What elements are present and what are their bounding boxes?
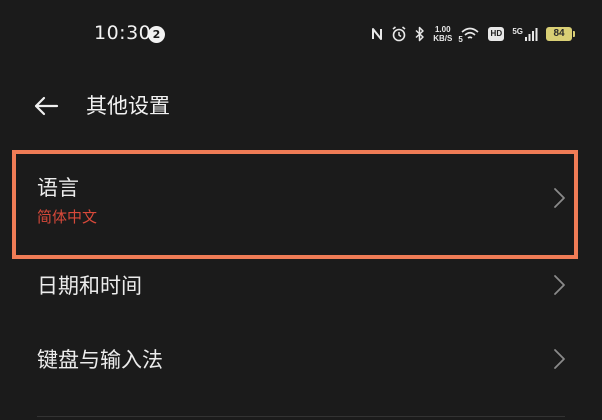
settings-item-label: 键盘与输入法 [37,348,163,372]
notification-count-badge: 2 [148,26,165,43]
signal-generation-label: 5G [512,27,523,36]
settings-screen: 10:30 2 1.00 KB/S 5 HD 5G 84 其他设置 语言 简体中… [0,0,602,420]
list-divider [37,416,565,417]
back-arrow-icon [34,96,59,116]
cellular-signal-icon: 5G [512,27,538,41]
alarm-clock-icon [391,26,407,42]
network-speed: 1.00 KB/S [433,25,452,43]
chevron-right-icon [554,349,565,369]
settings-item-value: 简体中文 [37,208,98,226]
battery-indicator: 84 [546,27,575,41]
settings-item-label: 日期和时间 [37,274,142,298]
page-header: 其他设置 [0,80,602,130]
status-icons: 1.00 KB/S 5 HD 5G 84 [371,22,575,46]
settings-item-keyboard-input[interactable]: 键盘与输入法 [0,336,602,382]
settings-item-date-time[interactable]: 日期和时间 [0,262,602,308]
chevron-right-icon [554,188,565,208]
bluetooth-icon [415,26,425,42]
wifi-band-label: 5 [458,35,463,44]
back-button[interactable] [28,88,64,124]
network-speed-value: 1.00 [434,25,451,34]
hd-badge: HD [488,27,505,41]
network-speed-unit: KB/S [433,34,453,43]
nfc-icon [371,27,383,41]
settings-item-language[interactable]: 语言 简体中文 [0,150,602,259]
status-time: 10:30 [94,22,152,44]
settings-item-label: 语言 [37,176,79,200]
status-bar: 10:30 2 1.00 KB/S 5 HD 5G 84 [0,0,602,66]
page-title: 其他设置 [86,94,170,118]
chevron-right-icon [554,275,565,295]
wifi-icon: 5 [458,26,480,44]
